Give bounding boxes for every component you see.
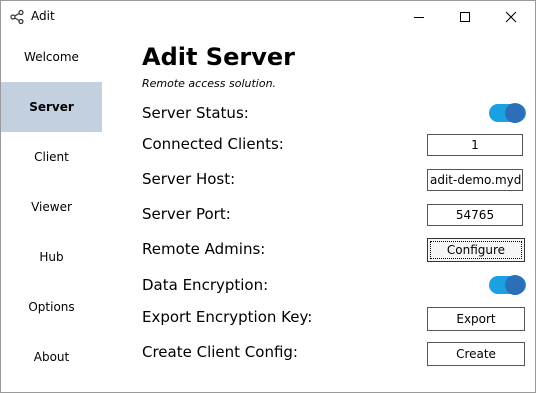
sidebar-item-label: Client — [34, 150, 69, 164]
page-subtitle: Remote access solution. — [142, 77, 277, 90]
sidebar-item-about[interactable]: About — [1, 332, 102, 382]
remote-admins-label: Remote Admins: — [142, 240, 266, 258]
export-key-label: Export Encryption Key: — [142, 308, 313, 326]
server-host-input[interactable]: adit-demo.myddn — [427, 169, 523, 191]
create-config-label: Create Client Config: — [142, 343, 298, 361]
minimize-icon — [414, 16, 424, 18]
server-panel: Adit Server Remote access solution. Serv… — [142, 32, 535, 392]
close-button[interactable] — [488, 1, 534, 32]
connected-clients-field: 1 — [427, 134, 523, 156]
sidebar-item-label: Options — [28, 300, 75, 314]
sidebar-item-label: Server — [29, 100, 74, 114]
toggle-knob — [505, 103, 525, 123]
connected-clients-label: Connected Clients: — [142, 135, 284, 153]
title-bar[interactable]: Adit — [1, 1, 535, 32]
server-port-input[interactable]: 54765 — [427, 204, 523, 226]
app-window: Adit Welcome Server Client Viewer Hub Op… — [0, 0, 536, 393]
sidebar-item-welcome[interactable]: Welcome — [1, 32, 102, 82]
sidebar-item-label: Welcome — [24, 50, 79, 64]
server-port-label: Server Port: — [142, 205, 231, 223]
sidebar-item-hub[interactable]: Hub — [1, 232, 102, 282]
sidebar-item-options[interactable]: Options — [1, 282, 102, 332]
sidebar-item-server[interactable]: Server — [1, 82, 102, 132]
share-icon — [9, 9, 25, 25]
close-icon — [505, 11, 517, 22]
export-button[interactable]: Export — [427, 307, 525, 331]
toggle-knob — [505, 275, 525, 295]
server-status-label: Server Status: — [142, 104, 249, 122]
create-button[interactable]: Create — [427, 342, 525, 366]
data-encryption-toggle[interactable] — [489, 275, 526, 295]
sidebar-item-viewer[interactable]: Viewer — [1, 182, 102, 232]
configure-button[interactable]: Configure — [427, 238, 525, 262]
server-host-label: Server Host: — [142, 170, 236, 188]
sidebar-item-label: Hub — [39, 250, 64, 264]
maximize-icon — [460, 11, 470, 22]
data-encryption-label: Data Encryption: — [142, 276, 269, 294]
maximize-button[interactable] — [442, 1, 488, 32]
sidebar: Welcome Server Client Viewer Hub Options… — [1, 32, 102, 392]
sidebar-item-client[interactable]: Client — [1, 132, 102, 182]
sidebar-item-label: Viewer — [31, 200, 72, 214]
sidebar-item-label: About — [33, 350, 70, 364]
minimize-button[interactable] — [396, 1, 442, 32]
server-status-toggle[interactable] — [489, 103, 526, 123]
window-title: Adit — [31, 9, 55, 23]
page-title: Adit Server — [142, 43, 295, 71]
